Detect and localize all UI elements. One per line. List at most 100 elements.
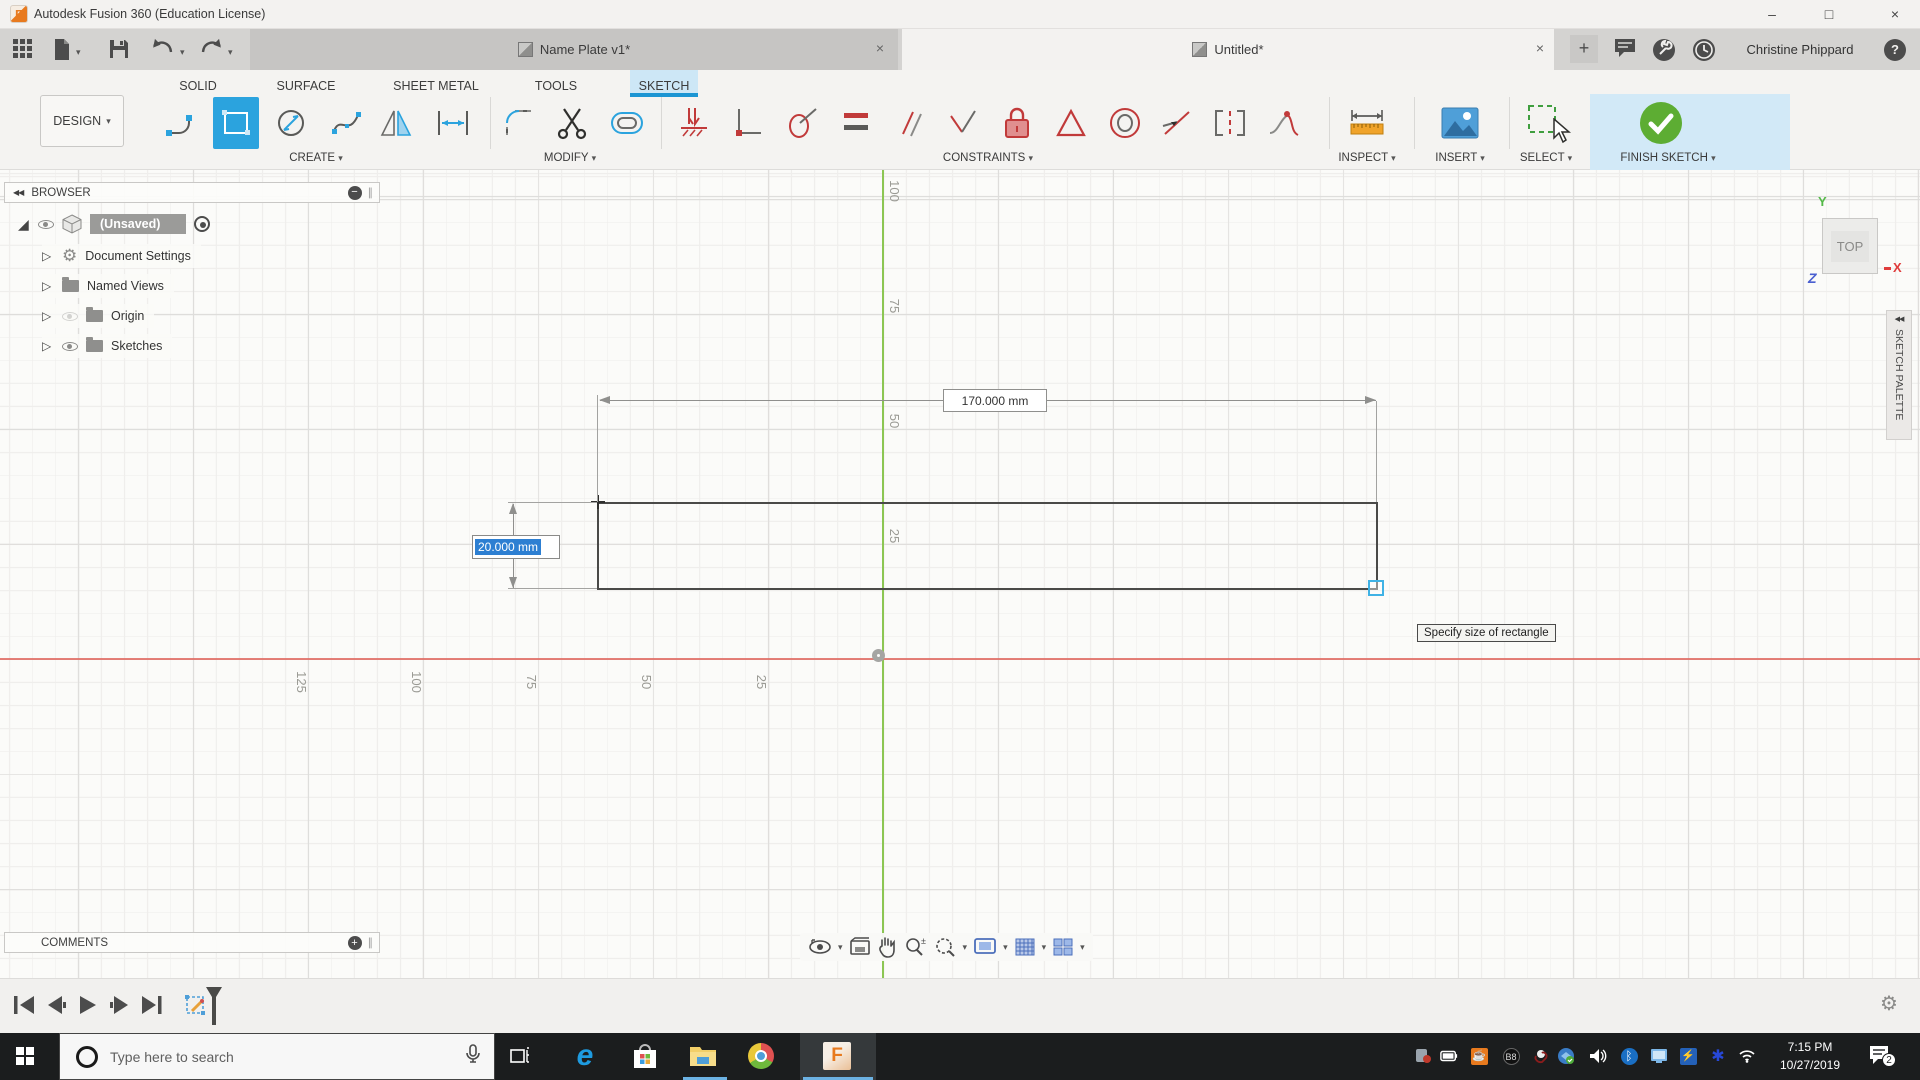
microphone-icon[interactable] xyxy=(466,1044,480,1069)
save-icon[interactable] xyxy=(108,38,132,62)
notification-clock-icon[interactable] xyxy=(1692,38,1716,62)
fix-constraint-icon[interactable] xyxy=(996,97,1038,149)
timeline-step-back-button[interactable] xyxy=(44,993,68,1017)
tangent-constraint-icon[interactable] xyxy=(781,97,823,149)
group-label-create[interactable]: CREATE ▾ xyxy=(289,152,343,164)
coincident-constraint-icon[interactable] xyxy=(727,97,769,149)
remove-panel-icon[interactable]: − xyxy=(347,185,362,200)
timeline-sketch-feature[interactable] xyxy=(184,985,224,1029)
visibility-off-eye-icon[interactable] xyxy=(62,311,78,321)
root-document-label[interactable]: (Unsaved) xyxy=(90,214,187,234)
viewcube-top-face[interactable]: TOP xyxy=(1830,230,1870,262)
sync-status-icon[interactable] xyxy=(1557,1047,1575,1065)
rectangle-top-edge[interactable] xyxy=(597,502,1378,504)
add-comment-icon[interactable]: + xyxy=(347,935,362,950)
chrome-icon[interactable] xyxy=(746,1041,776,1071)
tab-close-icon[interactable]: × xyxy=(1532,41,1548,57)
tab-solid[interactable]: SOLID xyxy=(173,76,223,96)
sketch-dimension-tool-icon[interactable] xyxy=(430,97,476,149)
rectangle-left-edge[interactable] xyxy=(597,502,599,590)
group-label-select[interactable]: SELECT ▾ xyxy=(1520,152,1572,164)
comments-panel-header[interactable]: COMMENTS + ∥ xyxy=(4,932,380,953)
collinear-constraint-icon[interactable] xyxy=(1156,97,1198,149)
grid-caret-icon[interactable]: ▾ xyxy=(1042,942,1047,953)
sketch-palette-panel[interactable]: ◀◀ SKETCH PALETTE xyxy=(1886,310,1912,440)
concentric-constraint-icon[interactable] xyxy=(1104,97,1146,149)
viewports-icon[interactable] xyxy=(1052,937,1074,957)
document-tab-untitled[interactable]: Untitled* xyxy=(902,29,1554,70)
group-label-modify[interactable]: MODIFY ▾ xyxy=(544,152,596,164)
help-icon[interactable]: ? xyxy=(1884,39,1906,61)
panel-drag-handle[interactable]: ∥ xyxy=(368,186,374,199)
volume-icon[interactable] xyxy=(1589,1047,1607,1065)
rectangle-right-edge[interactable] xyxy=(1376,502,1378,590)
rectangle-tool-icon[interactable] xyxy=(213,97,259,149)
equal-constraint-icon[interactable] xyxy=(835,97,877,149)
measure-tool-icon[interactable] xyxy=(1344,97,1390,149)
group-label-inspect[interactable]: INSPECT ▾ xyxy=(1338,152,1395,164)
new-tab-button[interactable]: + xyxy=(1570,35,1598,63)
action-center-icon[interactable]: 2 xyxy=(1868,1045,1896,1067)
circle-tool-icon[interactable] xyxy=(268,97,314,149)
timeline-go-to-end-button[interactable] xyxy=(140,993,164,1017)
expander-icon[interactable]: ▷ xyxy=(42,249,54,263)
undo-icon[interactable] xyxy=(150,38,174,62)
group-label-finish-sketch[interactable]: FINISH SKETCH ▾ xyxy=(1620,152,1715,164)
job-status-icon[interactable] xyxy=(1652,38,1676,62)
store-icon[interactable] xyxy=(630,1041,660,1071)
horizontal-vertical-constraint-icon[interactable] xyxy=(673,97,715,149)
minimize-button[interactable]: – xyxy=(1755,2,1789,26)
tab-sheet-metal[interactable]: SHEET METAL xyxy=(387,76,485,96)
tray-app-icon[interactable] xyxy=(1414,1047,1432,1065)
spline-tool-icon[interactable] xyxy=(324,97,370,149)
line-tool-icon[interactable] xyxy=(158,97,204,149)
taskbar-clock[interactable]: 7:15 PM 10/27/2019 xyxy=(1765,1038,1855,1074)
battery-icon[interactable] xyxy=(1440,1047,1458,1065)
browser-panel-header[interactable]: ◀◀ BROWSER − ∥ xyxy=(4,182,380,203)
trim-tool-icon[interactable] xyxy=(549,97,595,149)
start-button[interactable] xyxy=(10,1041,40,1071)
rectangle-bottom-edge[interactable] xyxy=(597,588,1378,590)
fillet-tool-icon[interactable] xyxy=(496,97,542,149)
expander-icon[interactable]: ▷ xyxy=(42,309,54,323)
browser-item-document-settings[interactable]: ▷ ⚙ Document Settings xyxy=(42,244,201,268)
look-at-icon[interactable] xyxy=(849,937,871,957)
file-explorer-icon[interactable] xyxy=(688,1041,718,1071)
origin-point[interactable] xyxy=(872,649,885,662)
task-view-icon[interactable] xyxy=(505,1041,535,1071)
timeline-step-forward-button[interactable] xyxy=(108,993,132,1017)
user-name[interactable]: Christine Phippard xyxy=(1730,42,1870,57)
length-dimension-value[interactable]: 170.000 mm xyxy=(943,389,1047,412)
group-label-insert[interactable]: INSERT ▾ xyxy=(1435,152,1485,164)
browser-item-sketches[interactable]: ▷ Sketches xyxy=(42,334,173,358)
browser-item-origin[interactable]: ▷ Origin xyxy=(42,304,155,328)
collapse-panel-icon[interactable]: ◀◀ xyxy=(13,188,24,197)
parallel-constraint-icon[interactable] xyxy=(889,97,931,149)
orbit-icon[interactable] xyxy=(808,936,832,958)
tray-app3-icon[interactable]: ✱ xyxy=(1709,1047,1727,1065)
active-corner-handle[interactable] xyxy=(1368,580,1384,596)
width-dimension-input[interactable]: 20.000 mm xyxy=(472,535,560,559)
timeline-play-button[interactable] xyxy=(76,993,100,1017)
finish-sketch-icon[interactable] xyxy=(1638,97,1684,149)
power-plan-icon[interactable]: ⚡ xyxy=(1679,1047,1697,1065)
zoom-window-caret-icon[interactable]: ▾ xyxy=(963,942,968,953)
grid-snap-icon[interactable] xyxy=(1014,937,1036,957)
bluetooth-icon[interactable]: ᛒ xyxy=(1620,1047,1638,1065)
tab-surface[interactable]: SURFACE xyxy=(270,76,341,96)
mirror-tool-icon[interactable] xyxy=(374,97,420,149)
pan-icon[interactable] xyxy=(877,936,897,958)
visibility-eye-icon[interactable] xyxy=(62,341,78,351)
close-button[interactable]: × xyxy=(1878,2,1912,26)
viewports-caret-icon[interactable]: ▾ xyxy=(1080,942,1085,953)
expand-palette-icon[interactable]: ◀◀ xyxy=(1895,315,1905,323)
java-icon[interactable]: ☕ xyxy=(1470,1047,1488,1065)
undo-caret-icon[interactable]: ▾ xyxy=(180,47,185,58)
tab-sketch[interactable]: SKETCH xyxy=(633,76,696,96)
visibility-eye-icon[interactable] xyxy=(38,219,54,229)
expander-icon[interactable]: ▷ xyxy=(42,339,54,353)
curvature-constraint-icon[interactable] xyxy=(1264,97,1306,149)
redo-caret-icon[interactable]: ▾ xyxy=(228,47,233,58)
cortana-icon[interactable] xyxy=(76,1045,98,1068)
tab-tools[interactable]: TOOLS xyxy=(529,76,583,96)
